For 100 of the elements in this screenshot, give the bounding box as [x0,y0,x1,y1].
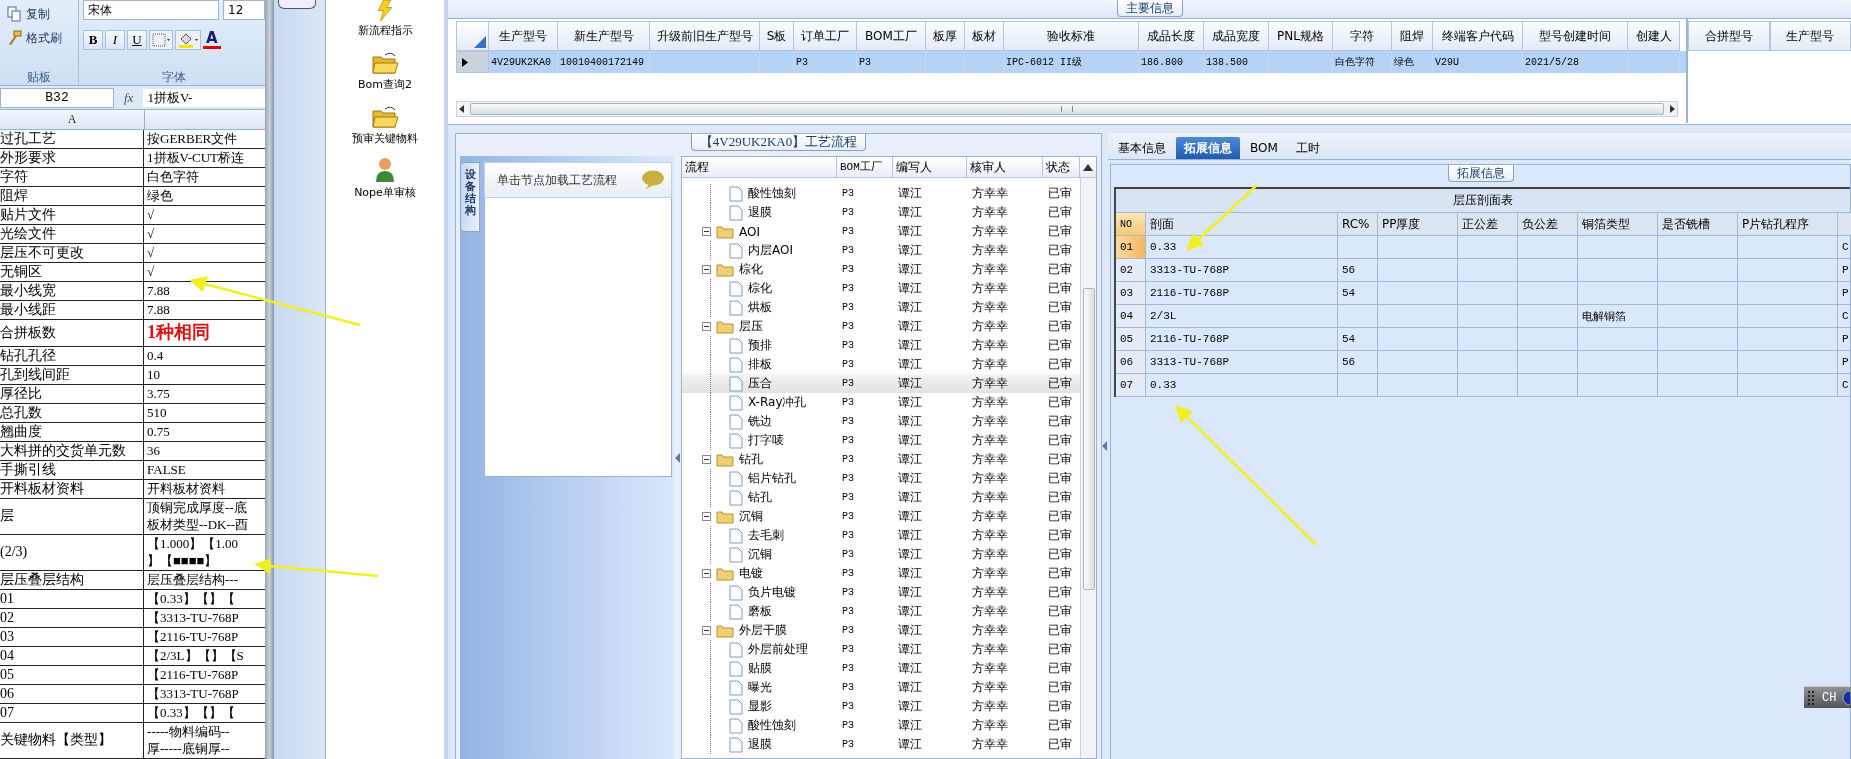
tree-row[interactable]: 曝光 P3 谭江 方幸幸 已审 [682,678,1080,697]
column-header[interactable]: 编写人 [893,157,967,177]
row-header[interactable] [456,51,489,73]
underline-button[interactable]: U [127,30,147,50]
nav-item[interactable]: Bom查询2 [358,42,412,96]
column-header[interactable]: 合拼型号 [1688,21,1770,51]
column-header[interactable]: P片钻孔程序 [1738,213,1838,236]
scroll-up-icon[interactable] [1083,163,1093,171]
column-header[interactable]: BOM工厂 [837,157,893,177]
row-number-cell[interactable]: 02 [1116,259,1146,282]
tree-row[interactable]: 棕化 P3 谭江 方幸幸 已审 [682,260,1080,279]
expander-icon[interactable] [702,322,711,331]
tree-row[interactable]: 去毛刺 P3 谭江 方幸幸 已审 [682,526,1080,545]
copy-button[interactable]: 复制 [0,4,78,24]
tree-row[interactable]: 外层干膜 P3 谭江 方幸幸 已审 [682,621,1080,640]
bold-button[interactable]: B [83,30,103,50]
column-header[interactable]: 剖面 [1146,213,1338,236]
scrollbar[interactable] [456,101,1678,117]
tree-row[interactable]: 铝片钻孔 P3 谭江 方幸幸 已审 [682,469,1080,488]
tab[interactable]: 拓展信息 [1176,137,1240,159]
column-header[interactable]: 板厚 [926,21,965,51]
expander-icon[interactable] [702,626,711,635]
tree-row[interactable]: 显影 P3 谭江 方幸幸 已审 [682,697,1080,716]
tree-row[interactable]: 钻孔 P3 谭江 方幸幸 已审 [682,450,1080,469]
formula-field[interactable]: 1拼板V- [143,88,265,107]
expander-icon[interactable] [702,265,711,274]
column-header[interactable]: 负公差 [1518,213,1578,236]
column-header[interactable]: 订单工厂 [794,21,857,51]
font-color-button[interactable]: A [203,31,221,49]
tree-row[interactable]: 磨板 P3 谭江 方幸幸 已审 [682,602,1080,621]
column-header[interactable]: 字符 [1333,21,1392,51]
tree-row[interactable]: 酸性蚀刻 P3 谭江 方幸幸 已审 [682,716,1080,735]
column-header[interactable]: PNL规格 [1269,21,1333,51]
tree-row[interactable]: 沉铜 P3 谭江 方幸幸 已审 [682,545,1080,564]
tree-row[interactable]: 负片电镀 P3 谭江 方幸幸 已审 [682,583,1080,602]
nav-item[interactable]: 预审关键物料 [352,96,418,150]
column-header[interactable]: 成品宽度 [1204,21,1269,51]
column-header[interactable]: BOM工厂 [857,21,926,51]
tab[interactable]: 基本信息 [1110,137,1174,159]
language-bar[interactable]: CH [1804,686,1851,708]
tree-row[interactable]: 铣边 P3 谭江 方幸幸 已审 [682,412,1080,431]
row-number-cell[interactable]: 05 [1116,328,1146,351]
column-header[interactable]: 新生产型号 [558,21,650,51]
tree-row[interactable]: 钻孔 P3 谭江 方幸幸 已审 [682,488,1080,507]
tree-row[interactable]: 退膜 P3 谭江 方幸幸 已审 [682,203,1080,222]
tree-row[interactable]: 压合 P3 谭江 方幸幸 已审 [682,374,1080,393]
font-size-field[interactable]: 12 [223,0,265,20]
italic-button[interactable]: I [105,30,125,50]
tree-row[interactable]: X-Ray冲孔 P3 谭江 方幸幸 已审 [682,393,1080,412]
name-box[interactable]: B32 [0,87,114,108]
tree-row[interactable]: 内层AOI P3 谭江 方幸幸 已审 [682,241,1080,260]
column-header[interactable]: 终端客户代码 [1433,21,1523,51]
table-row[interactable]: 4V29UK2KA0 10010400172149 P3 P3 IPC-6012 II级 186.800 138.500 白色字符 绿色 V29U 2021/5/28 [456,51,1686,73]
row-number-cell[interactable]: 03 [1116,282,1146,305]
scrollbar[interactable] [1080,178,1096,758]
row-number-cell[interactable]: 07 [1116,374,1146,397]
row-number-cell[interactable]: 06 [1116,351,1146,374]
column-header[interactable]: 流程 [682,157,837,177]
column-header[interactable]: 成品长度 [1139,21,1204,51]
font-name-field[interactable]: 宋体 [83,0,219,20]
column-header[interactable]: 型号创建时间 [1523,21,1628,51]
column-header[interactable]: RC% [1338,213,1378,236]
expander-icon[interactable] [702,455,711,464]
tree-row[interactable]: AOI P3 谭江 方幸幸 已审 [682,222,1080,241]
row-number-cell[interactable]: 01 [1116,236,1146,259]
column-header[interactable]: 正公差 [1458,213,1518,236]
tree-row[interactable]: 棕化 P3 谭江 方幸幸 已审 [682,279,1080,298]
column-header[interactable]: 板材 [965,21,1004,51]
tree-row[interactable]: 外层前处理 P3 谭江 方幸幸 已审 [682,640,1080,659]
nav-item[interactable]: Nope单审核 [354,150,416,204]
fill-color-icon[interactable] [175,30,201,50]
column-header[interactable]: 生产型号 [489,21,558,51]
expander-icon[interactable] [702,512,711,521]
column-header[interactable]: 阻焊 [1392,21,1433,51]
column-header[interactable]: 升级前旧生产型号 [650,21,760,51]
column-header[interactable]: 是否铣槽 [1658,213,1738,236]
nav-item[interactable]: 新流程指示 [357,0,413,42]
corner-cell[interactable] [456,21,489,51]
side-tab[interactable]: 设备结构 [460,162,480,232]
tree-row[interactable]: 电镀 P3 谭江 方幸幸 已审 [682,564,1080,583]
toolbar-button[interactable] [278,0,316,9]
expander-icon[interactable] [702,569,711,578]
tree-row[interactable]: 酸性蚀刻 P3 谭江 方幸幸 已审 [682,184,1080,203]
column-header[interactable]: NO [1116,213,1146,236]
tree-row[interactable]: 沉铜 P3 谭江 方幸幸 已审 [682,507,1080,526]
column-header[interactable]: 铜箔类型 [1578,213,1658,236]
expander-icon[interactable] [702,227,711,236]
column-header[interactable]: 状态 [1043,157,1080,177]
function-label[interactable]: fx [120,89,138,106]
column-header[interactable]: 核审人 [967,157,1043,177]
tab[interactable]: BOM [1242,137,1286,159]
column-header[interactable]: 验收标准 [1004,21,1139,51]
tab[interactable]: 工时 [1287,137,1328,159]
tree-row[interactable]: 退膜 P3 谭江 方幸幸 已审 [682,735,1080,754]
column-header[interactable]: 生产型号 [1769,21,1851,51]
row-number-cell[interactable]: 04 [1116,305,1146,328]
tree-row[interactable]: 烘板 P3 谭江 方幸幸 已审 [682,298,1080,317]
tree-row[interactable]: 预排 P3 谭江 方幸幸 已审 [682,336,1080,355]
column-header[interactable]: 创建人 [1628,21,1680,51]
tree-row[interactable]: 贴膜 P3 谭江 方幸幸 已审 [682,659,1080,678]
